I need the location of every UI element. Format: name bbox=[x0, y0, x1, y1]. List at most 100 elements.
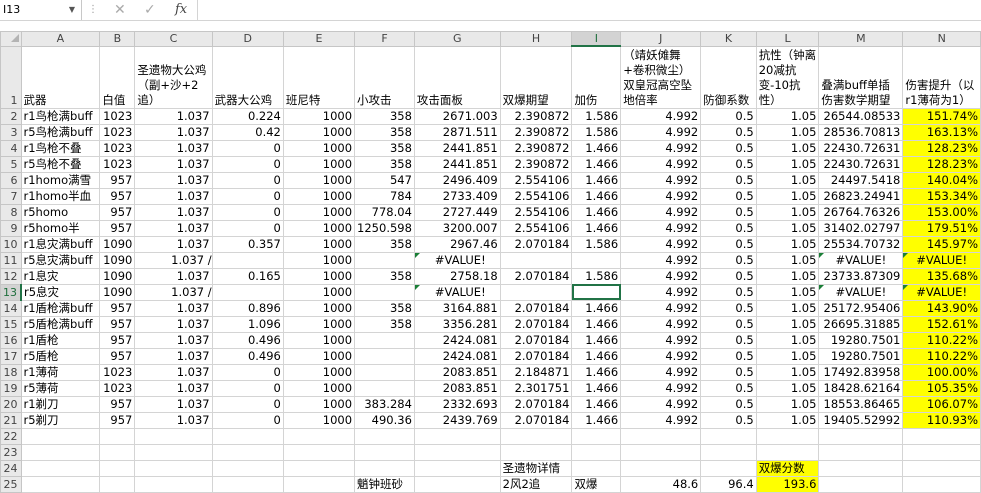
column-header-c[interactable]: C bbox=[134, 31, 213, 47]
cell-c20[interactable]: 1.037 bbox=[134, 395, 213, 413]
cell-e14[interactable]: 1000 bbox=[282, 299, 356, 317]
cell-k6[interactable]: 0.5 bbox=[700, 171, 757, 189]
cell-g11[interactable]: #VALUE! bbox=[413, 251, 501, 269]
cell-f23[interactable] bbox=[354, 443, 415, 461]
cell-g9[interactable]: 3200.007 bbox=[413, 219, 501, 237]
cell-l2[interactable]: 1.05 bbox=[755, 107, 820, 125]
cell-a23[interactable] bbox=[20, 443, 101, 461]
cell-g22[interactable] bbox=[413, 427, 501, 445]
cell-i12[interactable]: 1.586 bbox=[571, 267, 622, 285]
cell-d9[interactable]: 0 bbox=[211, 219, 284, 237]
row-header-7[interactable]: 7 bbox=[0, 187, 22, 205]
column-header-k[interactable]: K bbox=[700, 31, 757, 47]
cell-h9[interactable]: 2.554106 bbox=[499, 219, 573, 237]
cell-k19[interactable]: 0.5 bbox=[700, 379, 757, 397]
cell-f5[interactable]: 358 bbox=[354, 155, 415, 173]
cell-m2[interactable]: 26544.08533 bbox=[818, 107, 904, 125]
cell-a4[interactable]: r1鸟枪不叠 bbox=[20, 139, 101, 157]
header-cell-h[interactable]: 双爆期望 bbox=[499, 45, 573, 109]
cell-n14[interactable]: 143.90% bbox=[902, 299, 981, 317]
cell-b15[interactable]: 957 bbox=[99, 315, 136, 333]
cell-g7[interactable]: 2733.409 bbox=[413, 187, 501, 205]
cell-e7[interactable]: 1000 bbox=[282, 187, 356, 205]
cell-l16[interactable]: 1.05 bbox=[755, 331, 820, 349]
cell-j12[interactable]: 4.992 bbox=[620, 267, 702, 285]
cell-d19[interactable]: 0 bbox=[211, 379, 284, 397]
cell-d22[interactable] bbox=[211, 427, 284, 445]
cell-i9[interactable]: 1.466 bbox=[571, 219, 622, 237]
cell-i7[interactable]: 1.466 bbox=[571, 187, 622, 205]
chevron-down-icon[interactable]: ▼ bbox=[69, 0, 75, 20]
cell-a19[interactable]: r5薄荷 bbox=[20, 379, 101, 397]
header-cell-l[interactable]: 抗性（钟离20减抗变-10抗性） bbox=[755, 45, 820, 109]
cell-c8[interactable]: 1.037 bbox=[134, 203, 213, 221]
column-header-m[interactable]: M bbox=[818, 31, 904, 47]
cell-k7[interactable]: 0.5 bbox=[700, 187, 757, 205]
cell-e18[interactable]: 1000 bbox=[282, 363, 356, 381]
row-header-13[interactable]: 13 bbox=[0, 283, 22, 301]
cell-k2[interactable]: 0.5 bbox=[700, 107, 757, 125]
cell-h8[interactable]: 2.554106 bbox=[499, 203, 573, 221]
cell-a10[interactable]: r1息灾满buff bbox=[20, 235, 101, 253]
cell-l8[interactable]: 1.05 bbox=[755, 203, 820, 221]
cell-b22[interactable] bbox=[99, 427, 136, 445]
cell-a22[interactable] bbox=[20, 427, 101, 445]
cell-k8[interactable]: 0.5 bbox=[700, 203, 757, 221]
cell-g13[interactable]: #VALUE! bbox=[413, 283, 501, 301]
cell-b9[interactable]: 957 bbox=[99, 219, 136, 237]
column-header-d[interactable]: D bbox=[211, 31, 284, 47]
cell-m17[interactable]: 19280.7501 bbox=[818, 347, 904, 365]
column-header-g[interactable]: G bbox=[413, 31, 501, 47]
row-header-23[interactable]: 23 bbox=[0, 443, 22, 461]
cell-g23[interactable] bbox=[413, 443, 501, 461]
cell-m12[interactable]: 23733.87309 bbox=[818, 267, 904, 285]
cell-d14[interactable]: 0.896 bbox=[211, 299, 284, 317]
cell-l20[interactable]: 1.05 bbox=[755, 395, 820, 413]
cell-k11[interactable]: 0.5 bbox=[700, 251, 757, 269]
cell-a21[interactable]: r5剃刀 bbox=[20, 411, 101, 429]
row-header-16[interactable]: 16 bbox=[0, 331, 22, 349]
cell-f18[interactable] bbox=[354, 363, 415, 381]
row-header-12[interactable]: 12 bbox=[0, 267, 22, 285]
cell-i22[interactable] bbox=[571, 427, 622, 445]
cell-e23[interactable] bbox=[282, 443, 356, 461]
cell-a15[interactable]: r5盾枪满buff bbox=[20, 315, 101, 333]
cell-l10[interactable]: 1.05 bbox=[755, 235, 820, 253]
cell-g14[interactable]: 3164.881 bbox=[413, 299, 501, 317]
cell-c12[interactable]: 1.037 bbox=[134, 267, 213, 285]
cell-k9[interactable]: 0.5 bbox=[700, 219, 757, 237]
cell-k17[interactable]: 0.5 bbox=[700, 347, 757, 365]
cell-b18[interactable]: 1023 bbox=[99, 363, 136, 381]
cell-m18[interactable]: 17492.83958 bbox=[818, 363, 904, 381]
cell-g16[interactable]: 2424.081 bbox=[413, 331, 501, 349]
cell-h23[interactable] bbox=[499, 443, 573, 461]
cell-j7[interactable]: 4.992 bbox=[620, 187, 702, 205]
cell-d5[interactable]: 0 bbox=[211, 155, 284, 173]
cell-e4[interactable]: 1000 bbox=[282, 139, 356, 157]
cell-n15[interactable]: 152.61% bbox=[902, 315, 981, 333]
enter-icon[interactable]: ✓ bbox=[144, 1, 156, 19]
cell-n22[interactable] bbox=[902, 427, 981, 445]
cell-n17[interactable]: 110.22% bbox=[902, 347, 981, 365]
cell-a11[interactable]: r5息灾满buff bbox=[20, 251, 101, 269]
cell-f21[interactable]: 490.36 bbox=[354, 411, 415, 429]
cell-h16[interactable]: 2.070184 bbox=[499, 331, 573, 349]
cell-c3[interactable]: 1.037 bbox=[134, 123, 213, 141]
spreadsheet-grid[interactable]: A B C D E F G H I J K L M N 1 武器 白值 圣遗物大公鸡（副+沙+2追） 武器大公鸡 班尼… bbox=[0, 31, 981, 493]
cell-f4[interactable]: 358 bbox=[354, 139, 415, 157]
row-header-3[interactable]: 3 bbox=[0, 123, 22, 141]
cell-i13[interactable] bbox=[571, 283, 622, 301]
cell-b3[interactable]: 1023 bbox=[99, 123, 136, 141]
cell-g21[interactable]: 2439.769 bbox=[413, 411, 501, 429]
header-cell-m[interactable]: 叠满buff单插伤害数学期望 bbox=[818, 45, 904, 109]
cell-k20[interactable]: 0.5 bbox=[700, 395, 757, 413]
row-header-15[interactable]: 15 bbox=[0, 315, 22, 333]
cell-e11[interactable]: 1000 bbox=[282, 251, 356, 269]
cell-j23[interactable] bbox=[620, 443, 702, 461]
cell-b25[interactable] bbox=[99, 475, 136, 493]
cell-h11[interactable] bbox=[499, 251, 573, 269]
cell-d11[interactable] bbox=[211, 251, 284, 269]
cell-a7[interactable]: r1homo半血 bbox=[20, 187, 101, 205]
column-header-l[interactable]: L bbox=[755, 31, 820, 47]
cell-h5[interactable]: 2.390872 bbox=[499, 155, 573, 173]
